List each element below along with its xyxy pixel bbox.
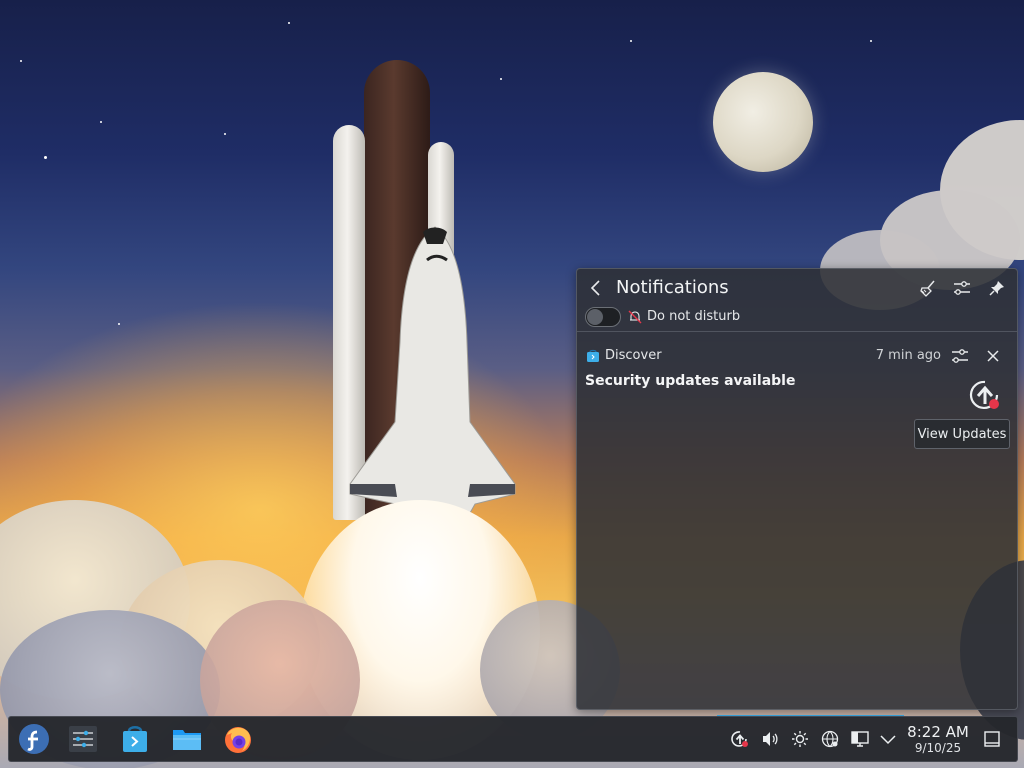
system-settings-icon[interactable] (67, 723, 99, 755)
notification-time: 7 min ago (875, 348, 941, 363)
firefox-icon[interactable] (222, 723, 254, 755)
fedora-launcher-icon[interactable] (18, 723, 50, 755)
notification-configure-button[interactable] (947, 343, 973, 369)
tray-brightness[interactable] (790, 729, 810, 749)
notifications-panel: Notifications Do not disturb Discover 7 … (576, 268, 1018, 710)
star (870, 40, 872, 42)
star (288, 22, 290, 24)
star (20, 60, 22, 62)
do-not-disturb-label: Do not disturb (647, 309, 741, 324)
broom-icon (920, 280, 935, 297)
updates-icon (731, 731, 748, 747)
close-icon (987, 350, 999, 362)
sliders-icon (954, 281, 970, 295)
bell-muted-icon (628, 310, 642, 324)
chevron-left-icon (590, 280, 600, 296)
notification-app-name: Discover (605, 348, 662, 363)
moon (713, 72, 813, 172)
star (100, 121, 102, 123)
view-updates-button[interactable]: View Updates (914, 419, 1010, 449)
clear-all-button[interactable] (915, 275, 941, 301)
show-desktop-button[interactable] (982, 729, 1002, 749)
volume-icon (763, 732, 778, 746)
star (44, 156, 47, 159)
star (630, 40, 632, 42)
tray-display[interactable] (850, 729, 870, 749)
tray-updates[interactable] (730, 729, 750, 749)
tray-volume[interactable] (760, 729, 780, 749)
pin-icon (989, 281, 1004, 296)
clock-date[interactable]: 9/10/25 (907, 741, 969, 755)
notifications-header: Notifications Do not disturb (577, 269, 1017, 332)
star (118, 323, 120, 325)
notification-close-button[interactable] (980, 343, 1006, 369)
back-button[interactable] (583, 275, 609, 301)
discover-app-icon (587, 349, 599, 362)
panel-title: Notifications (616, 277, 729, 298)
chevron-down-icon (880, 735, 896, 745)
discover-store-icon[interactable] (119, 723, 151, 755)
system-update-icon (969, 380, 999, 410)
show-desktop-icon (984, 731, 1000, 747)
tray-expand[interactable] (878, 729, 898, 749)
toggle-knob (587, 309, 603, 325)
notification-title: Security updates available (585, 373, 796, 389)
configure-notifications-button[interactable] (949, 275, 975, 301)
file-manager-icon[interactable] (171, 723, 203, 755)
brightness-icon (792, 731, 808, 747)
do-not-disturb-toggle[interactable] (585, 307, 621, 327)
star (500, 78, 502, 80)
star (224, 133, 226, 135)
pin-button[interactable] (984, 275, 1010, 301)
clock-time[interactable]: 8:22 AM (907, 723, 969, 741)
display-icon (851, 731, 869, 747)
network-icon (821, 730, 839, 748)
sliders-icon (952, 349, 968, 363)
tray-network[interactable] (820, 729, 840, 749)
taskbar: 8:22 AM 9/10/25 (8, 716, 1018, 762)
